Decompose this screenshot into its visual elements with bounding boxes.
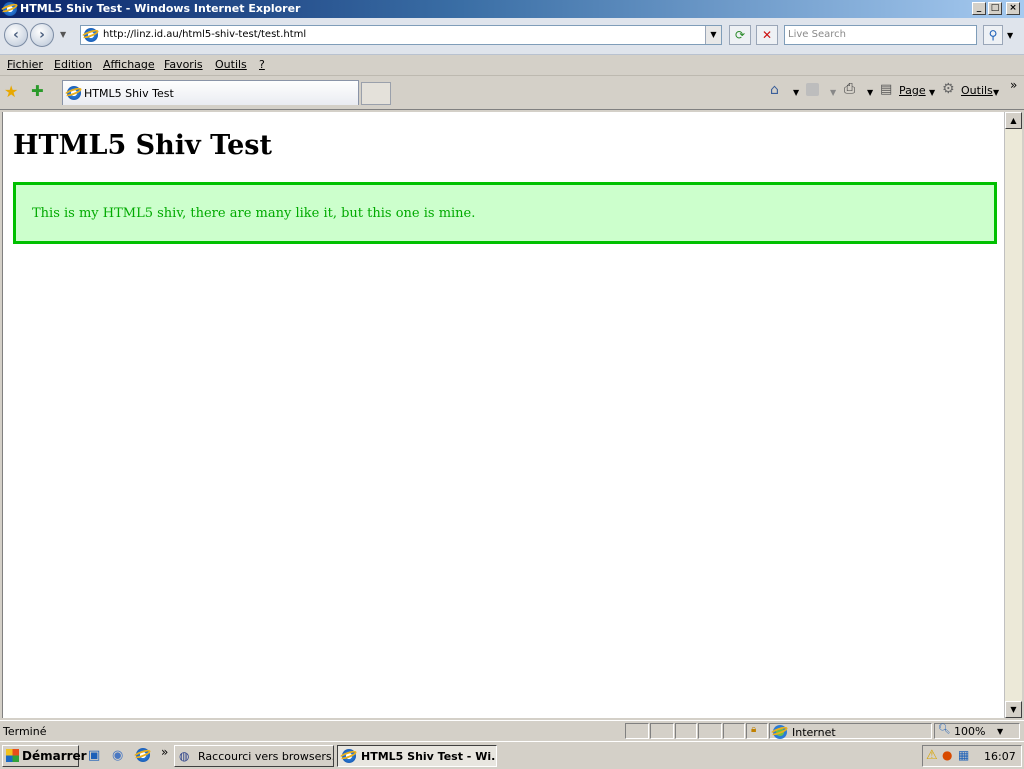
forward-icon[interactable]: ›: [30, 23, 54, 47]
zoom-dropdown-icon[interactable]: ▼: [997, 727, 1003, 736]
quicklaunch-more-icon[interactable]: »: [161, 745, 168, 759]
warning-icon[interactable]: ⚠: [926, 748, 938, 763]
security-zone-panel[interactable]: Internet: [769, 723, 932, 739]
network-icon[interactable]: ▦: [958, 748, 969, 762]
tab-ie-icon: [67, 86, 81, 100]
shiv-notice-text: This is my HTML5 shiv, there are many li…: [32, 206, 476, 221]
search-options-icon[interactable]: ▼: [1007, 31, 1013, 40]
zone-label: Internet: [792, 726, 836, 739]
page-dropdown-icon[interactable]: ▼: [929, 88, 935, 97]
favorites-star-icon[interactable]: ★: [4, 82, 18, 101]
protected-mode-icon: 🔒︎: [751, 724, 757, 735]
status-text: Terminé: [3, 725, 47, 738]
menu-bar: Fichier Edition Affichage Favoris Outils…: [0, 55, 1024, 76]
status-panel: [625, 723, 649, 739]
minimize-button[interactable]: _: [972, 2, 986, 15]
feeds-icon[interactable]: [806, 83, 819, 96]
clock[interactable]: 16:07: [984, 750, 1016, 763]
quicklaunch-browser-icon[interactable]: ◉: [112, 748, 123, 763]
start-button[interactable]: Démarrer: [2, 745, 87, 767]
menu-affichage[interactable]: Affichage: [103, 58, 155, 71]
vertical-scrollbar[interactable]: ▲ ▼: [1004, 112, 1022, 718]
quicklaunch-ie-icon[interactable]: [136, 748, 150, 762]
home-dropdown-icon[interactable]: ▼: [793, 88, 799, 97]
menu-help[interactable]: ?: [259, 58, 265, 71]
protected-mode-panel[interactable]: 🔒︎: [746, 723, 768, 739]
system-tray: ⚠ ● ▦ 16:07: [922, 745, 1022, 767]
start-label: Démarrer: [22, 749, 87, 763]
address-bar[interactable]: http://linz.id.au/html5-shiv-test/test.h…: [80, 25, 722, 45]
status-panel: [650, 723, 674, 739]
history-dropdown-icon[interactable]: ▼: [60, 30, 66, 39]
zoom-level: 100%: [954, 725, 986, 738]
page-heading: HTML5 Shiv Test: [13, 130, 272, 161]
globe-icon: [773, 725, 787, 739]
back-icon[interactable]: ‹: [4, 23, 28, 47]
shiv-notice-box: This is my HTML5 shiv, there are many li…: [13, 182, 997, 244]
taskbar-button-label: Raccourci vers browsers...: [198, 750, 334, 763]
print-icon[interactable]: ⎙: [844, 81, 855, 97]
new-tab-button[interactable]: [361, 82, 391, 105]
ie-icon: [342, 749, 356, 763]
window-title: HTML5 Shiv Test - Windows Internet Explo…: [20, 2, 301, 15]
tab-bar: ★ ✚ HTML5 Shiv Test ⌂ ▼ ▼ ⎙ ▼ ▤ Page ▼ ⚙…: [0, 76, 1024, 110]
tools-gear-icon: ⚙: [942, 81, 955, 97]
taskbar-button-ie[interactable]: HTML5 Shiv Test - Wi...: [337, 745, 497, 767]
title-bar[interactable]: HTML5 Shiv Test - Windows Internet Explo…: [0, 0, 1024, 18]
status-bar: Terminé 🔒︎ Internet 🔍︎ 100% ▼: [0, 720, 1024, 741]
menu-outils[interactable]: Outils: [215, 58, 247, 71]
refresh-icon[interactable]: ⟳: [729, 25, 751, 45]
scroll-down-button[interactable]: ▼: [1005, 701, 1022, 718]
search-icon[interactable]: ⚲: [983, 25, 1003, 45]
tools-dropdown-icon[interactable]: ▼: [993, 88, 999, 97]
quicklaunch-desktop-icon[interactable]: ▣: [88, 748, 100, 763]
page-viewport: HTML5 Shiv Test This is my HTML5 shiv, t…: [2, 112, 1005, 718]
chevron-more-icon[interactable]: »: [1010, 78, 1017, 92]
page-icon: ▤: [880, 82, 893, 97]
antivirus-icon[interactable]: ●: [942, 748, 952, 762]
home-icon[interactable]: ⌂: [770, 82, 779, 98]
shortcut-icon: ◍: [179, 749, 190, 763]
taskbar-button-browsers[interactable]: ◍ Raccourci vers browsers...: [174, 745, 334, 767]
add-favorite-icon[interactable]: ✚: [31, 82, 44, 100]
menu-fichier[interactable]: Fichier: [7, 58, 43, 71]
menu-edition[interactable]: Edition: [54, 58, 92, 71]
zoom-control[interactable]: 🔍︎ 100% ▼: [934, 723, 1020, 739]
scroll-up-button[interactable]: ▲: [1005, 112, 1022, 129]
close-button[interactable]: ×: [1006, 2, 1020, 15]
tab-html5-shiv-test[interactable]: HTML5 Shiv Test: [62, 80, 359, 105]
page-menu-button[interactable]: Page: [899, 84, 926, 97]
status-panel: [675, 723, 697, 739]
maximize-button[interactable]: □: [988, 2, 1002, 15]
address-dropdown-icon[interactable]: ▼: [705, 26, 721, 44]
address-url: http://linz.id.au/html5-shiv-test/test.h…: [103, 29, 307, 40]
status-panel: [698, 723, 722, 739]
tab-label: HTML5 Shiv Test: [84, 87, 174, 100]
status-panel: [723, 723, 745, 739]
address-toolbar: ‹ › ▼ http://linz.id.au/html5-shiv-test/…: [0, 18, 1024, 55]
menu-favoris[interactable]: Favoris: [164, 58, 203, 71]
feeds-dropdown-icon[interactable]: ▼: [830, 88, 836, 97]
taskbar-button-label: HTML5 Shiv Test - Wi...: [361, 750, 497, 763]
print-dropdown-icon[interactable]: ▼: [867, 88, 873, 97]
windows-logo-icon: [6, 749, 19, 762]
zoom-icon: 🔍︎: [938, 724, 951, 735]
ie-icon: [3, 2, 17, 16]
stop-icon[interactable]: ✕: [756, 25, 778, 45]
page-icon-small: [84, 28, 98, 42]
taskbar: Démarrer ▣ ◉ » ◍ Raccourci vers browsers…: [0, 741, 1024, 769]
tools-menu-button[interactable]: Outils: [961, 84, 993, 97]
search-input[interactable]: Live Search: [784, 25, 977, 45]
